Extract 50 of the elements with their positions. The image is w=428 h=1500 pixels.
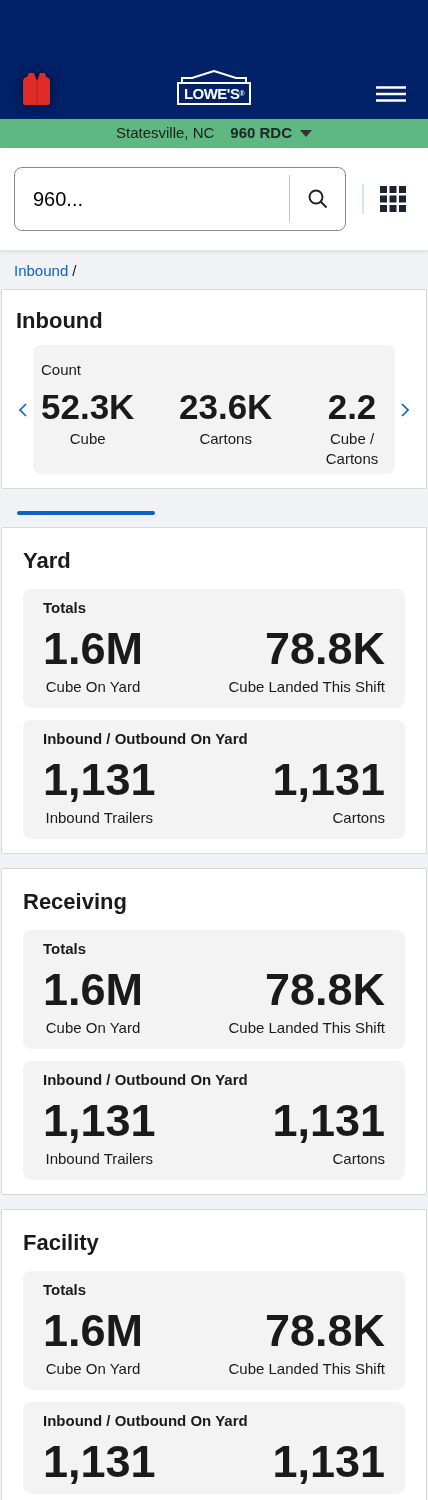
apps-button[interactable] [380,186,406,212]
panel-title: Totals [43,1280,88,1300]
metric-value: 1,131 [272,1438,385,1484]
search-field[interactable]: 960... [14,167,346,231]
chevron-icon [401,403,409,417]
location-text: Statesville, NC [115,123,215,144]
metric-label: Cube Landed This Shift [228,1017,385,1038]
metric-value: 1.6M [43,966,144,1012]
panel-title: Count [41,359,83,380]
panel-title: Inbound / Outbound On Yard [43,1411,249,1431]
breadcrumb-link[interactable]: Inbound [14,260,69,283]
metric-value: 78.8K [264,1307,385,1353]
metric-label: Cube Landed This Shift [228,1358,385,1379]
breadcrumb-separator: / [72,261,77,281]
metric-value: 1.6M [43,1307,144,1353]
metric-value: 78.8K [264,625,385,671]
card-title: Inbound [16,306,104,335]
section-title: Receiving [23,888,128,916]
search-icon [307,189,328,209]
metric-value: 1,131 [272,1097,385,1143]
metric-value: 78.8K [264,966,385,1012]
panel-title: Inbound / Outbound On Yard [43,729,249,749]
metric-label: Cube [69,429,106,449]
metric-label: Cube On Yard [45,1358,141,1379]
panel-title: Inbound / Outbound On Yard [43,1070,249,1090]
metric-value: 1,131 [43,756,156,802]
panel-title: Totals [43,598,88,618]
metric-value: 1,131 [43,1438,156,1484]
panel-title: Totals [43,939,88,959]
section-title: Yard [23,547,72,575]
metric-value: 2.2 [327,389,377,424]
metric-value: 1,131 [272,756,385,802]
metric-label: Cube / Cartons [324,429,380,468]
metric-label: Inbound Trailers [45,807,154,828]
metric-label: Cartons [332,1148,385,1169]
metric-label: Cube On Yard [45,676,141,697]
metric-label: Cartons [332,807,385,828]
metric-value: 1,131 [43,1097,156,1143]
section-title: Facility [23,1229,100,1257]
site-dropdown[interactable]: 960 RDC [230,122,313,145]
metric-value: 1.6M [43,625,144,671]
chevron-icon [19,403,27,417]
vest-icon[interactable] [22,73,52,105]
metric-label: Cube Landed This Shift [228,676,385,697]
metric-value: 23.6K [179,389,273,424]
metric-label: Cartons [199,429,252,449]
metric-label: Cube On Yard [45,1017,141,1038]
metric-label: Inbound Trailers [45,1148,154,1169]
caret-icon [300,130,313,139]
metric-value: 52.3K [41,389,135,424]
